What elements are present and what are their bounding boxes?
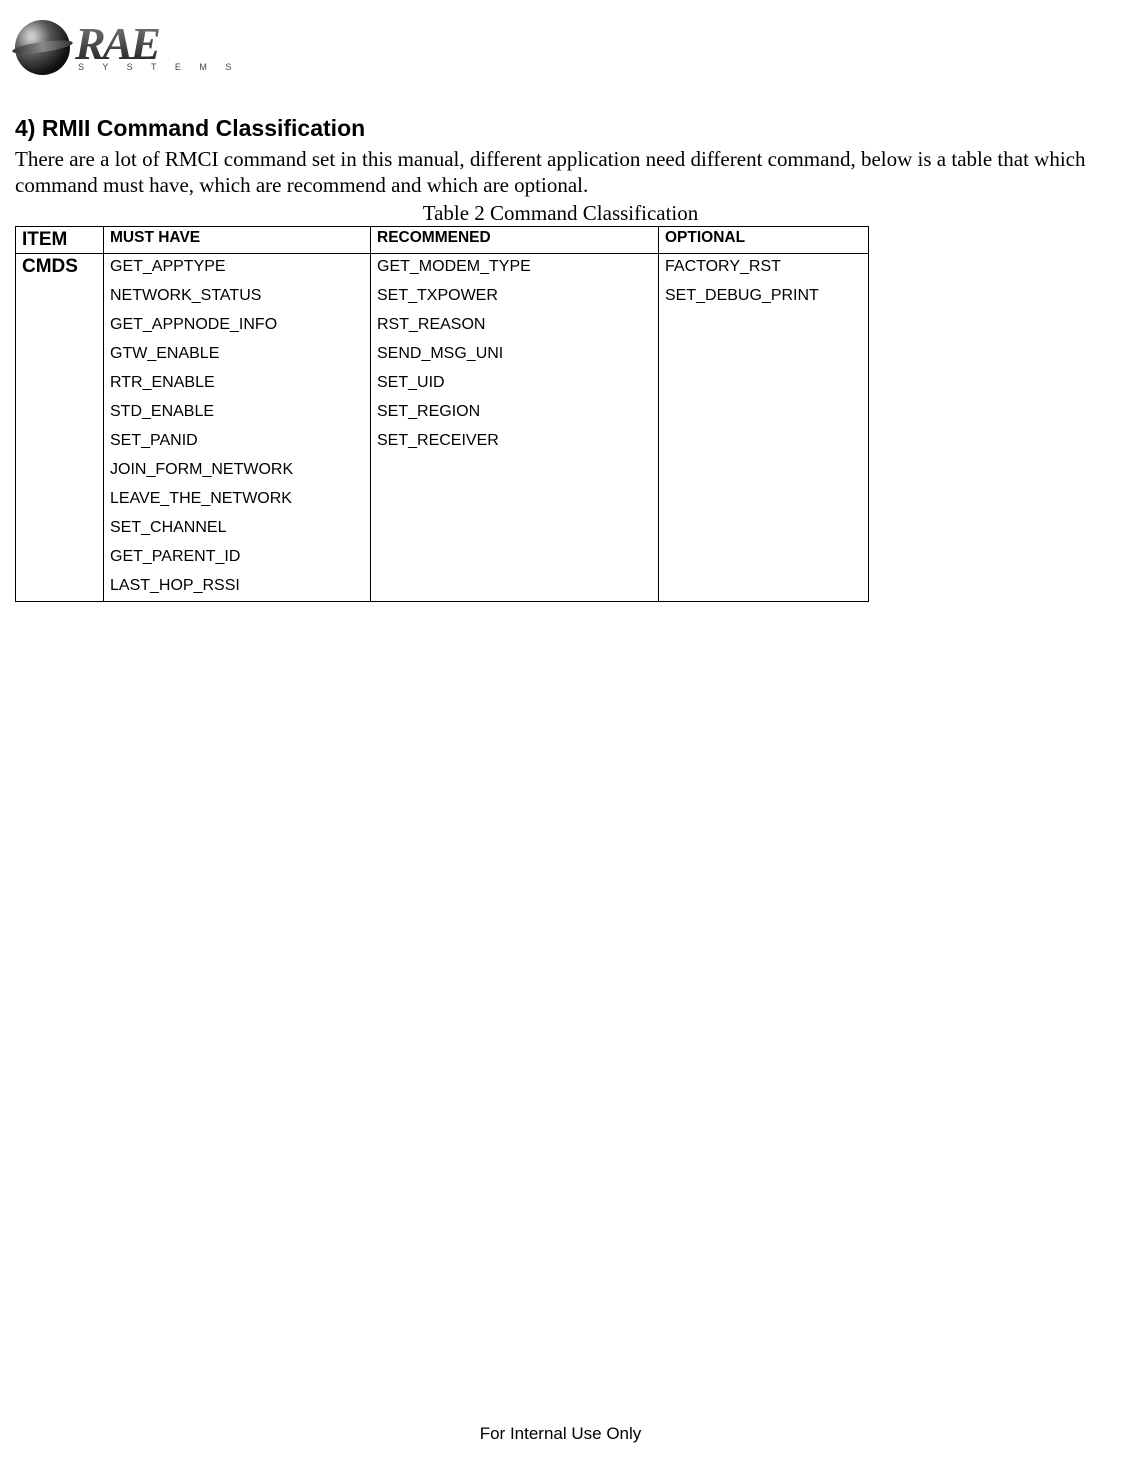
- logo-subtitle: S Y S T E M S: [78, 62, 239, 72]
- command-item: SET_PANID: [110, 432, 364, 450]
- command-item: RST_REASON: [377, 316, 652, 334]
- cell-recommended: GET_MODEM_TYPE SET_TXPOWER RST_REASON SEND_…: [371, 253, 659, 601]
- table-header-row: ITEM MUST HAVE RECOMMENED OPTIONAL: [16, 226, 869, 253]
- command-item: SET_RECEIVER: [377, 432, 652, 450]
- command-item: LAST_HOP_RSSI: [110, 577, 364, 595]
- header-optional: OPTIONAL: [659, 226, 869, 253]
- command-classification-table: ITEM MUST HAVE RECOMMENED OPTIONAL CMDS …: [15, 226, 869, 602]
- command-item: GET_APPNODE_INFO: [110, 316, 364, 334]
- command-item: RTR_ENABLE: [110, 374, 364, 392]
- command-item: GET_PARENT_ID: [110, 548, 364, 566]
- command-item: SET_DEBUG_PRINT: [665, 287, 862, 305]
- command-item: JOIN_FORM_NETWORK: [110, 461, 364, 479]
- header-item: ITEM: [16, 226, 104, 253]
- command-item: GTW_ENABLE: [110, 345, 364, 363]
- command-item: GET_MODEM_TYPE: [377, 258, 652, 276]
- logo-sphere-icon: [15, 20, 70, 75]
- cell-must-have: GET_APPTYPE NETWORK_STATUS GET_APPNODE_INF…: [104, 253, 371, 601]
- table-row: CMDS GET_APPTYPE NETWORK_STATUS GET_APPNOD…: [16, 253, 869, 601]
- command-item: SET_CHANNEL: [110, 519, 364, 537]
- section-heading: 4) RMII Command Classification: [15, 115, 1106, 142]
- cell-optional: FACTORY_RST SET_DEBUG_PRINT: [659, 253, 869, 601]
- logo-brand-name: RAE: [75, 23, 239, 64]
- command-item: SET_UID: [377, 374, 652, 392]
- command-item: SET_REGION: [377, 403, 652, 421]
- command-item: LEAVE_THE_NETWORK: [110, 490, 364, 508]
- command-item: STD_ENABLE: [110, 403, 364, 421]
- header-recommended: RECOMMENED: [371, 226, 659, 253]
- command-item: SET_TXPOWER: [377, 287, 652, 305]
- command-item: SEND_MSG_UNI: [377, 345, 652, 363]
- header-must-have: MUST HAVE: [104, 226, 371, 253]
- logo: RAE S Y S T E M S: [15, 20, 1106, 75]
- footer-text: For Internal Use Only: [0, 1424, 1121, 1444]
- table-caption: Table 2 Command Classification: [15, 201, 1106, 226]
- command-item: GET_APPTYPE: [110, 258, 364, 276]
- row-label-cmds: CMDS: [16, 253, 104, 601]
- command-item: NETWORK_STATUS: [110, 287, 364, 305]
- intro-paragraph: There are a lot of RMCI command set in t…: [15, 146, 1106, 199]
- command-item: FACTORY_RST: [665, 258, 862, 276]
